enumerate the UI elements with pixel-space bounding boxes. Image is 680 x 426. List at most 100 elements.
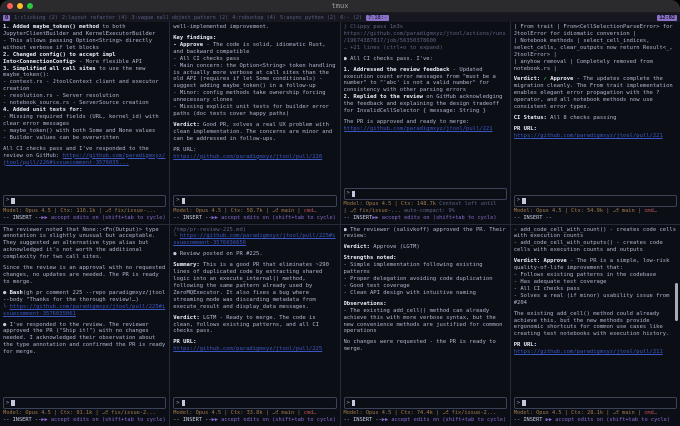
pane-transcript: ● The reviewer (salivkoff) approved the … (344, 227, 507, 396)
text-segment: Verdict: Approve (514, 258, 567, 264)
text-cursor (182, 400, 186, 406)
prompt-caret: > (176, 400, 179, 407)
text-segment: - Good test coverage (344, 283, 410, 289)
text-segment: PR URL: (514, 342, 537, 348)
text-segment: … +21 lines (ctrl+o to expand) (344, 45, 443, 51)
prompt-caret: > (347, 400, 350, 407)
text-segment: -- INSERT (344, 215, 373, 221)
prompt-input[interactable]: > (514, 397, 677, 409)
text-segment: | Notebook methods | select_cell_indices… (514, 38, 673, 58)
text-segment: 4. Added unit tests for: (3, 107, 82, 113)
tmux-window-tab[interactable]: 5:async python (2) (280, 15, 336, 21)
link[interactable]: https://github.com/paradigmxyz/jtool/pul… (344, 126, 493, 132)
text-segment: -- INSERT -- (3, 215, 41, 221)
text-segment: All 8 checks passing (547, 115, 617, 121)
text-segment: Verdict: (514, 76, 544, 82)
pane-transcript: | From trait | From<CellSelectionParseEr… (514, 24, 677, 193)
text-segment: -- INSERT -- (173, 215, 211, 221)
text-segment: - Main concern: the Option<String> token… (173, 63, 335, 90)
tmux-session-badge: 0 (3, 15, 10, 21)
text-segment: Summary: (173, 262, 200, 268)
link[interactable]: https://github.com/paradigmxyz/jtool/pul… (3, 304, 165, 317)
text-segment: ▶▶ accept edits on (shift+tab to cycle) (542, 417, 670, 423)
text-segment: /tmp/pr-review-225.md) (173, 227, 246, 233)
text-segment: -- INSERT -- (344, 417, 382, 423)
text-segment: - Has adequate test coverage (514, 279, 607, 285)
text-segment: The reviewer noted that None::<Fn(Output… (3, 227, 159, 261)
prompt-input[interactable]: > (514, 195, 677, 207)
text-segment: - Simple implementation following existi… (344, 262, 483, 275)
prompt-caret: > (517, 400, 520, 407)
link[interactable]: https://github.com/paradigmxyz/jtool/pul… (173, 154, 322, 160)
text-segment: No changes were requested - the PR is re… (344, 339, 496, 352)
text-segment: - Missing required fields (URL, kernel_i… (3, 114, 159, 127)
text-segment: -- INSERT -- (3, 417, 41, 423)
tmux-window-tab[interactable]: 6:- (2) (340, 15, 362, 21)
text-segment: | Clippy pass 1m3s https://github.com/pa… (344, 24, 506, 44)
prompt-caret: > (347, 190, 350, 197)
text-segment: - Solves a real (if minor) usability iss… (514, 293, 670, 306)
text-segment: PR URL: (514, 126, 537, 132)
tmux-window-tab[interactable]: 1:clicking (2) (14, 15, 58, 21)
pane-statusline: Model: Opus 4.5 | Ctx: 28.1k | ⎇ main | … (514, 410, 677, 424)
pane-2: well-implemented improvement. Key finding… (170, 22, 339, 224)
text-segment: Context left until (439, 201, 496, 207)
titlebar: tmux (0, 0, 680, 13)
text-segment: Model: Opus 4.5 | Ctx: 58.7k | ⎇ main | (173, 208, 303, 214)
text-segment: Model: Opus 4.5 | Ctx: 54.9k | ⎇ main | (514, 208, 644, 214)
link[interactable]: https://github.com/paradigmxyz/jtool/pul… (514, 349, 663, 355)
text-segment: - Minor: config methods take ownership f… (173, 90, 325, 103)
text-segment: └ (173, 233, 180, 239)
text-segment: Model: Opus 4.5 | Ctx: 33.8k | ⎇ main | (173, 410, 303, 416)
text-segment: Key findings: (173, 35, 216, 41)
pane-statusline: Model: Opus 4.5 | Ctx: 33.8k | ⎇ main | … (173, 410, 336, 424)
link[interactable]: https://github.com/paradigmxyz/jtool/pul… (514, 133, 663, 139)
text-segment: Strengths noted: (344, 255, 397, 261)
pane-6: /tmp/pr-review-225.md)└ https://github.c… (170, 225, 339, 426)
text-segment: The reviewer (salivkoff) approved the PR… (344, 227, 506, 240)
text-segment: | From trait | From<CellSelectionParseEr… (514, 24, 673, 37)
text-segment: Verdict: (173, 315, 200, 321)
prompt-input[interactable]: > (173, 195, 336, 207)
pane-8: - add_code_cell_with_count() - creates c… (511, 225, 680, 426)
prompt-input[interactable]: > (173, 397, 336, 409)
tmux-clock: 12:02 (657, 15, 677, 21)
text-segment: └ (3, 304, 10, 310)
text-cursor (11, 400, 15, 406)
pane-1: 1. Added maybe_token() method to both Ju… (0, 22, 169, 224)
pane-transcript: 1. Added maybe_token() method to both Ju… (3, 24, 166, 193)
pane-statusline: Model: Opus 4.5 | Ctx: 54.9k | ⎇ main | … (514, 208, 677, 222)
scrollbar-thumb[interactable] (675, 283, 678, 321)
text-segment: - Approve (173, 42, 203, 48)
text-segment: ● (3, 290, 10, 296)
pane-transcript: The reviewer noted that None::<Fn(Output… (3, 227, 166, 396)
prompt-input[interactable]: > (344, 397, 507, 409)
text-segment: ▶▶ accept edits on (shift+tab to cycle) (41, 215, 165, 221)
tmux-window-tab[interactable]: 3:vague null object pattern (2) (131, 15, 228, 21)
text-segment: PR URL: (173, 147, 196, 153)
link[interactable]: https://github.com/paradigmxyz/jtool/pul… (173, 233, 335, 246)
text-segment: - More flexible API (76, 59, 142, 65)
text-segment: ▶▶ accept edits on (shift+tab to cycle) (212, 215, 336, 221)
text-segment: I've responded to the review. The review… (3, 322, 165, 356)
tmux-window-tab[interactable]: 2:layout refactor (4) (62, 15, 128, 21)
prompt-caret: > (176, 197, 179, 204)
text-segment: - All CI checks pass (173, 56, 239, 62)
prompt-input[interactable]: > (3, 397, 166, 409)
text-segment: Model: Opus 4.5 | Ctx: 74.4k | ⎇ fix/iss… (344, 410, 497, 416)
text-segment: Verdict: (173, 122, 200, 128)
prompt-input[interactable]: > (3, 195, 166, 207)
text-segment: Model: Opus 4.5 | Ctx: 91.1k | ⎇ fix/iss… (3, 410, 156, 416)
text-segment: - Clean API design with intuitive naming (344, 290, 476, 296)
text-segment: 2. Replied to the review (344, 94, 423, 100)
link[interactable]: https://github.com/paradigmxyz/jtool/pul… (173, 346, 322, 352)
prompt-input[interactable]: > (344, 188, 507, 200)
text-segment: ▶▶ accept edits on (shift+tab to cycle) (41, 417, 165, 423)
tmux-window-tab[interactable]: 7:18:- (366, 15, 389, 21)
text-cursor (352, 191, 356, 197)
text-segment: (gh pr comment 225 --repo paradigmxyz/jt… (3, 290, 165, 303)
text-segment: - notebook_source.rs - ServerSource crea… (3, 100, 149, 106)
tmux-window-tab[interactable]: 4:robustop (4) (232, 15, 276, 21)
text-segment: well-implemented improvement. (173, 24, 269, 30)
pane-7: ● The reviewer (salivkoff) approved the … (341, 225, 510, 426)
